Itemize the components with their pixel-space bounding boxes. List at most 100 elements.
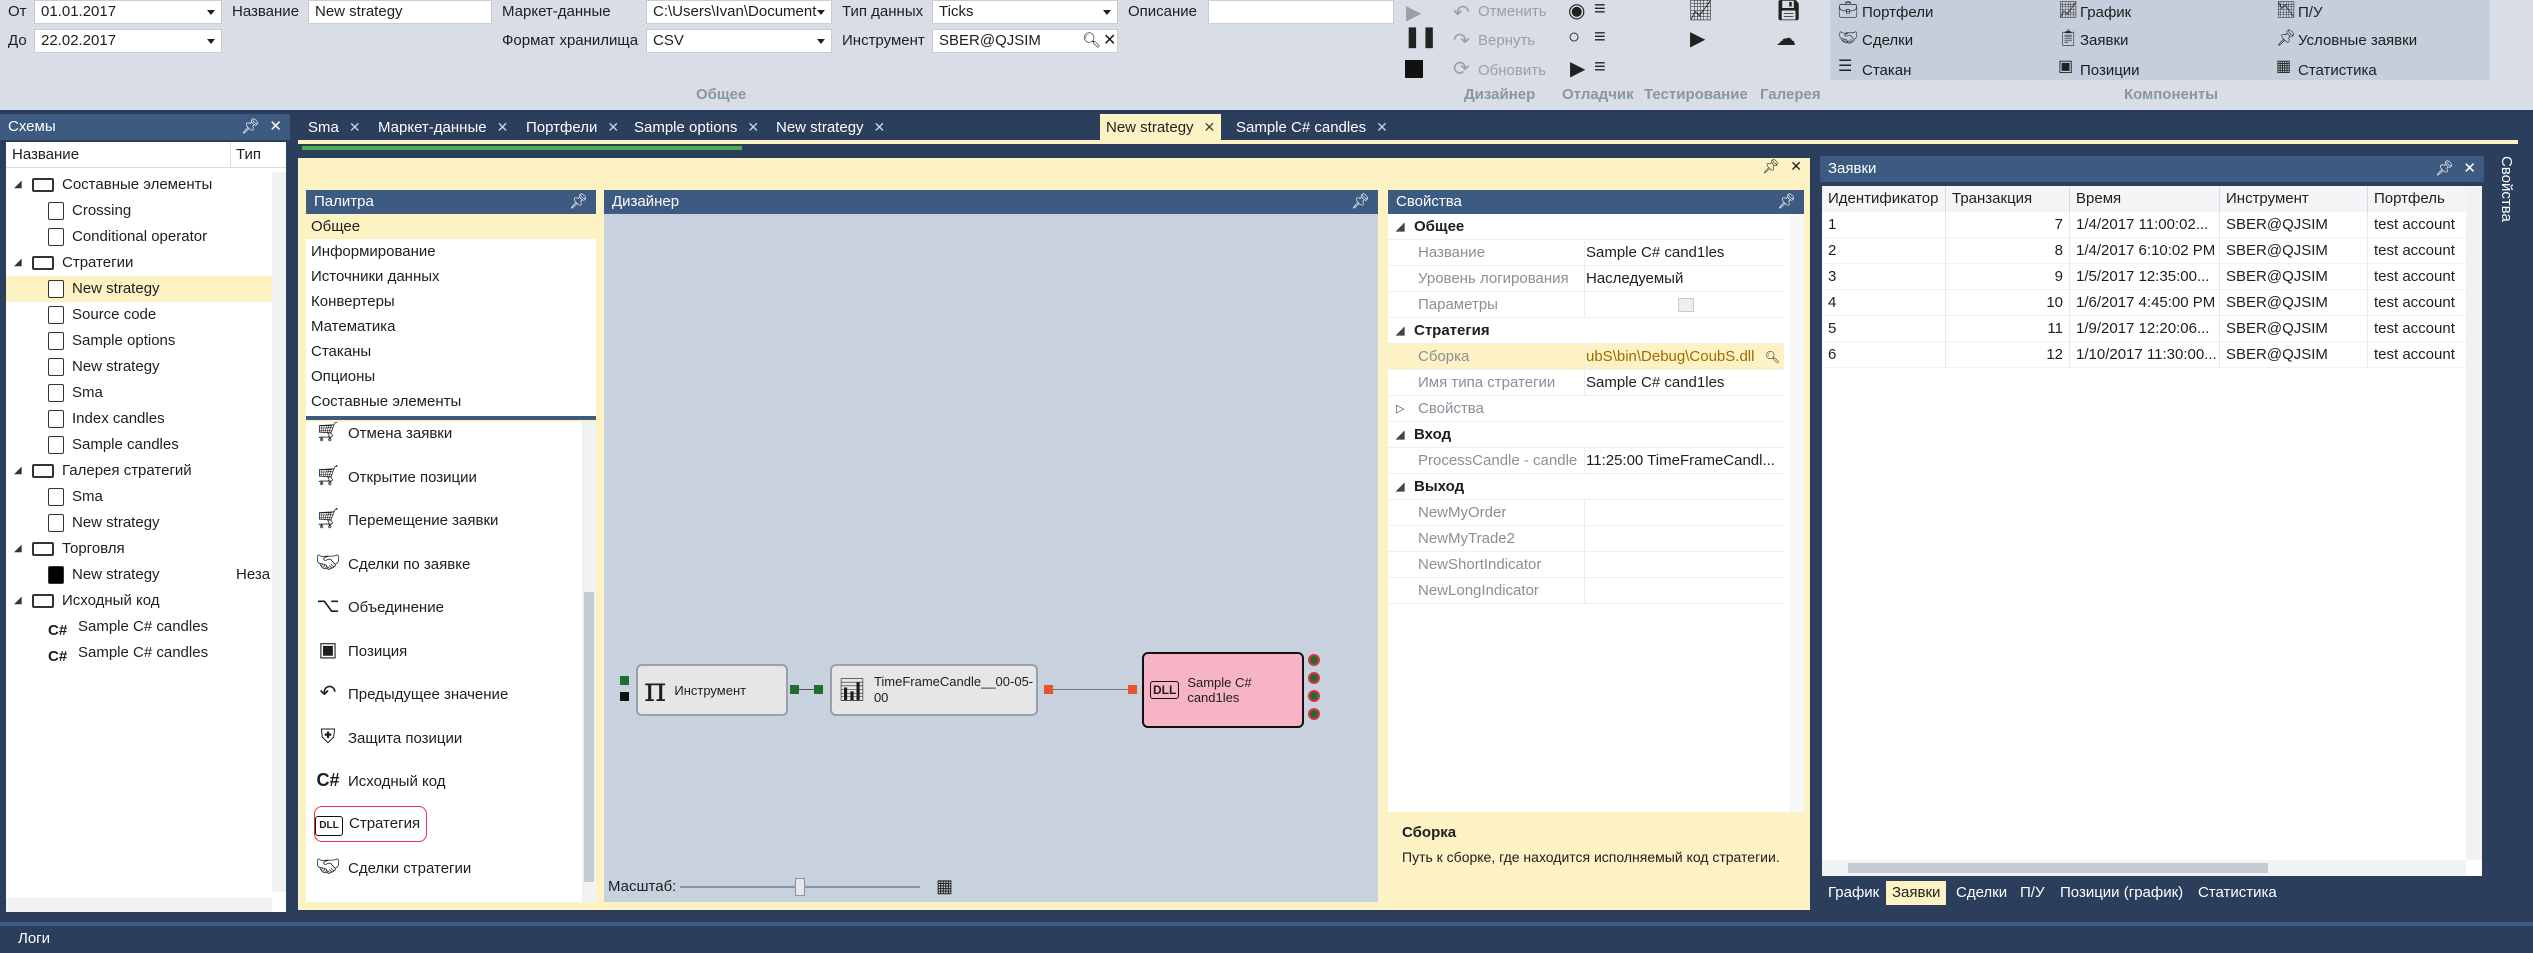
palette-item[interactable]: 🤝︎ Сделки по заявке [314,543,470,583]
orders-cell[interactable]: SBER@QJSIM [2220,290,2368,316]
search-icon[interactable]: 🔍︎ [1082,31,1101,49]
orders-cell[interactable]: 12 [1946,342,2070,368]
tree-row[interactable]: Crossing [6,198,272,224]
orders-cell[interactable]: test account [2368,316,2468,342]
property-row[interactable]: NewLongIndicator [1388,578,1784,604]
orders-cell[interactable]: 7 [1946,212,2070,238]
property-category[interactable]: ◢ Вход [1388,422,1784,448]
orders-hscroll-thumb[interactable] [1848,863,2268,873]
tree-row[interactable]: C# Sample C# candles [6,614,272,640]
property-row[interactable]: ProcessCandle - candle 11:25:00 TimeFrame… [1388,448,1784,474]
continue-icon[interactable]: ▶ [1570,56,1585,81]
orders-cell[interactable]: 1/6/2017 4:45:00 PM [2070,290,2220,316]
expand-icon[interactable]: ◢ [14,458,24,484]
step-over-icon[interactable]: ≡ [1594,26,1606,49]
node-port[interactable] [1044,685,1053,694]
tree-row[interactable]: Source code [6,302,272,328]
orders-bottom-tab[interactable]: Заявки [1886,881,1947,905]
palette-item[interactable]: ▣︎ Позиция [314,630,408,670]
property-row[interactable]: Уровень логирования Наследуемый [1388,266,1784,292]
orders-close-icon[interactable]: ✕ [2463,156,2476,182]
tree-row[interactable]: ◢ Галерея стратегий [6,458,272,484]
components-statistics[interactable]: Статистика [2298,62,2377,79]
property-row[interactable]: NewMyOrder [1388,500,1784,526]
breakpoint-icon[interactable]: ○ [1568,26,1580,49]
orders-cell[interactable]: SBER@QJSIM [2220,264,2368,290]
browse-icon[interactable]: 🔍︎ [1765,344,1780,370]
tree-row[interactable]: Index candles [6,406,272,432]
orders-cell[interactable]: SBER@QJSIM [2220,342,2368,368]
orders-bottom-tab[interactable]: Позиции (график) [2054,881,2189,905]
palette-category[interactable]: Общее [306,214,596,239]
tree-row[interactable]: Sma [6,484,272,510]
pnl-icon[interactable]: 📉︎ [2276,0,2296,20]
trades-icon[interactable]: 🤝︎ [1838,28,1858,48]
expand-icon[interactable]: ◢ [14,588,24,614]
storage-format-select[interactable]: CSV [646,29,832,53]
tab-document[interactable]: Sma ✕ [302,114,367,140]
strategy-name-field[interactable]: New strategy [308,0,492,24]
palette-item[interactable]: 🤝︎ Сделки стратегии [314,847,471,887]
node-port[interactable] [1128,685,1137,694]
orders-cell[interactable]: SBER@QJSIM [2220,316,2368,342]
orders-cell[interactable]: 2 [1822,238,1946,264]
collapse-icon[interactable]: ◢ [1396,318,1404,344]
palette-scrollbar[interactable] [582,422,596,902]
col-type-header[interactable]: Тип [236,142,261,168]
orders-cell[interactable]: 4 [1822,290,1946,316]
property-category[interactable]: ◢ Выход [1388,474,1784,500]
fit-to-screen-icon[interactable]: ▦ [936,876,953,897]
components-orders[interactable]: Заявки [2080,32,2128,49]
tree-row[interactable]: ◢ Стратегии [6,250,272,276]
node-port[interactable] [620,692,629,701]
palette-pin-icon[interactable]: 📌︎ [569,190,588,214]
cancel-button[interactable]: Отменить [1478,3,1547,20]
orders-pin-icon[interactable]: 📌︎ [2435,156,2454,182]
orders-cell[interactable]: SBER@QJSIM [2220,238,2368,264]
property-row[interactable]: Параметры [1388,292,1784,318]
tab-document[interactable]: New strategy ✕ [1100,114,1222,140]
node-port[interactable] [790,685,799,694]
collapse-icon[interactable]: ◢ [1396,422,1404,448]
node-port[interactable] [1308,708,1320,720]
node-port[interactable] [1308,690,1320,702]
orders-cell[interactable]: 8 [1946,238,2070,264]
orders-cell[interactable]: 1/4/2017 6:10:02 PM [2070,238,2220,264]
orders-column-header[interactable]: Инструмент [2220,186,2368,212]
node-port[interactable] [1308,654,1320,666]
property-row[interactable]: NewMyTrade2 [1388,526,1784,552]
node-port[interactable] [1308,672,1320,684]
description-field[interactable] [1208,0,1394,24]
tree-row[interactable]: New strategy [6,276,272,302]
components-chart[interactable]: График [2080,4,2131,21]
components-order-book[interactable]: Стакан [1862,62,1911,79]
palette-category[interactable]: Математика [306,314,596,339]
orders-cell[interactable]: test account [2368,290,2468,316]
property-value[interactable]: Наследуемый [1586,266,1778,292]
properties-pin-icon[interactable]: 📌︎ [1777,190,1796,214]
node-port[interactable] [814,685,823,694]
property-category[interactable]: ◢ Стратегия [1388,318,1784,344]
components-pnl[interactable]: П/У [2298,4,2322,21]
orders-cell[interactable]: 9 [1946,264,2070,290]
property-category[interactable]: ◢ Общее [1388,214,1784,240]
stop-icon[interactable] [1405,60,1423,78]
orders-cell[interactable]: 10 [1946,290,2070,316]
statistics-icon[interactable]: ▦ [2276,56,2291,76]
zoom-slider-thumb[interactable] [795,878,805,896]
orders-cell[interactable]: 3 [1822,264,1946,290]
palette-category[interactable]: Опционы [306,364,596,389]
tree-row[interactable]: C# Sample C# candles [6,640,272,666]
orders-bottom-tab[interactable]: График [1822,881,1885,905]
property-row[interactable]: Сборка ubS\bin\Debug\CoubS.dll 🔍︎ [1388,344,1784,370]
orders-vscrollbar[interactable] [2466,186,2482,860]
timeframe-candle-node[interactable]: 📊︎ TimeFrameCandle__00-05-00 [830,664,1038,716]
orders-icon[interactable]: 📋︎ [2058,28,2078,48]
instrument-node[interactable]: π Инструмент [636,664,788,716]
palette-item[interactable]: 🛒︎ Отмена заявки [314,422,452,452]
palette-scroll-thumb[interactable] [584,592,594,882]
tree-row[interactable]: Sample options [6,328,272,354]
refresh-icon[interactable]: ⟳ [1453,56,1470,81]
palette-category[interactable]: Стаканы [306,339,596,364]
tab-document[interactable]: Портфели ✕ [520,114,625,140]
